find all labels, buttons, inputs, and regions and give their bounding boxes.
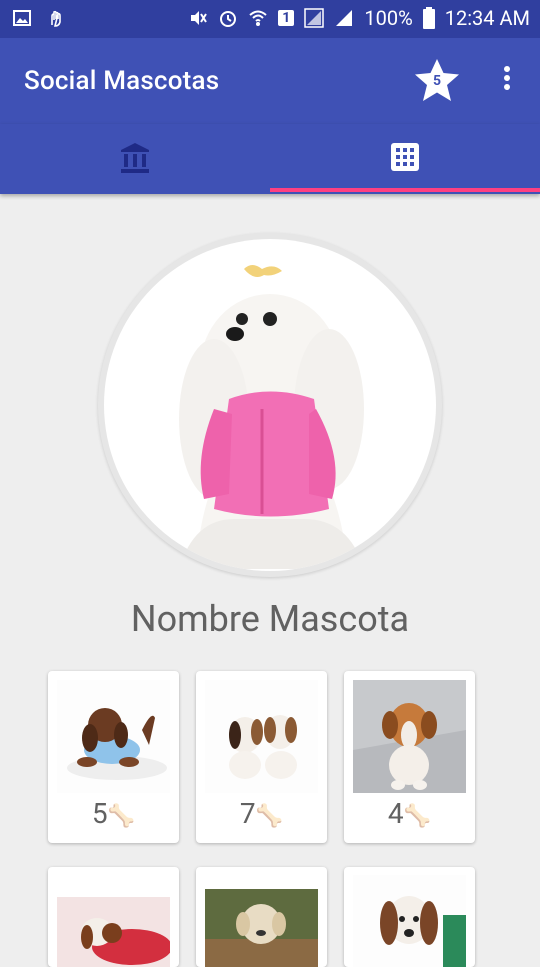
likes-count: 5🦴 [91,797,136,830]
photo-card[interactable] [48,867,179,967]
status-bar: 1 100% 12:34 AM [0,0,540,38]
photo-card[interactable] [196,867,327,967]
favorites-button[interactable]: 5 [414,58,460,102]
bone-icon: 🦴 [255,804,284,829]
profile-photo-image [104,239,436,571]
more-options-button[interactable] [495,66,519,96]
maltese-dog-illustration [179,265,364,569]
clock: 12:34 AM [444,6,530,30]
tab-bar [0,124,540,194]
likes-count: 7🦴 [239,797,284,830]
mute-icon [191,11,208,25]
more-vert-icon [504,66,510,72]
signal-icon [336,10,353,26]
pet-photo [205,889,318,967]
sim-slot-badge: 1 [278,10,295,26]
tab-indicator [270,188,540,192]
tab-gallery[interactable] [270,124,540,194]
bank-icon [121,143,149,173]
pet-photo [205,680,318,793]
more-vert-dot [504,84,510,90]
photo-card[interactable] [344,867,475,967]
pet-photo [57,680,170,793]
battery-percent: 100% [364,6,413,30]
pet-name: Nombre Mascota [130,598,410,640]
likes-count: 4🦴 [387,797,432,830]
battery-icon [422,7,435,29]
alarm-icon [220,11,237,27]
app-bar: Social Mascotas 5 [0,38,540,124]
profile-photo[interactable] [98,233,442,577]
tab-home[interactable] [0,124,270,194]
bone-icon: 🦴 [107,804,136,829]
app-title: Social Mascotas [24,66,220,96]
favorites-count: 5 [432,73,442,89]
signal-icon-outlined [304,8,325,28]
gallery-notification-icon [13,10,31,26]
photo-card[interactable]: 7🦴 [196,671,327,843]
photo-card[interactable]: 4🦴 [344,671,475,843]
more-vert-dot [504,75,510,81]
pet-photo [353,875,466,967]
gesture-notification-icon [51,10,61,27]
grid-icon [391,143,419,171]
pet-photo [353,680,466,793]
wifi-icon [249,10,267,26]
photo-card[interactable]: 5🦴 [48,671,179,843]
bone-icon: 🦴 [403,804,432,829]
pet-photo [57,897,170,967]
